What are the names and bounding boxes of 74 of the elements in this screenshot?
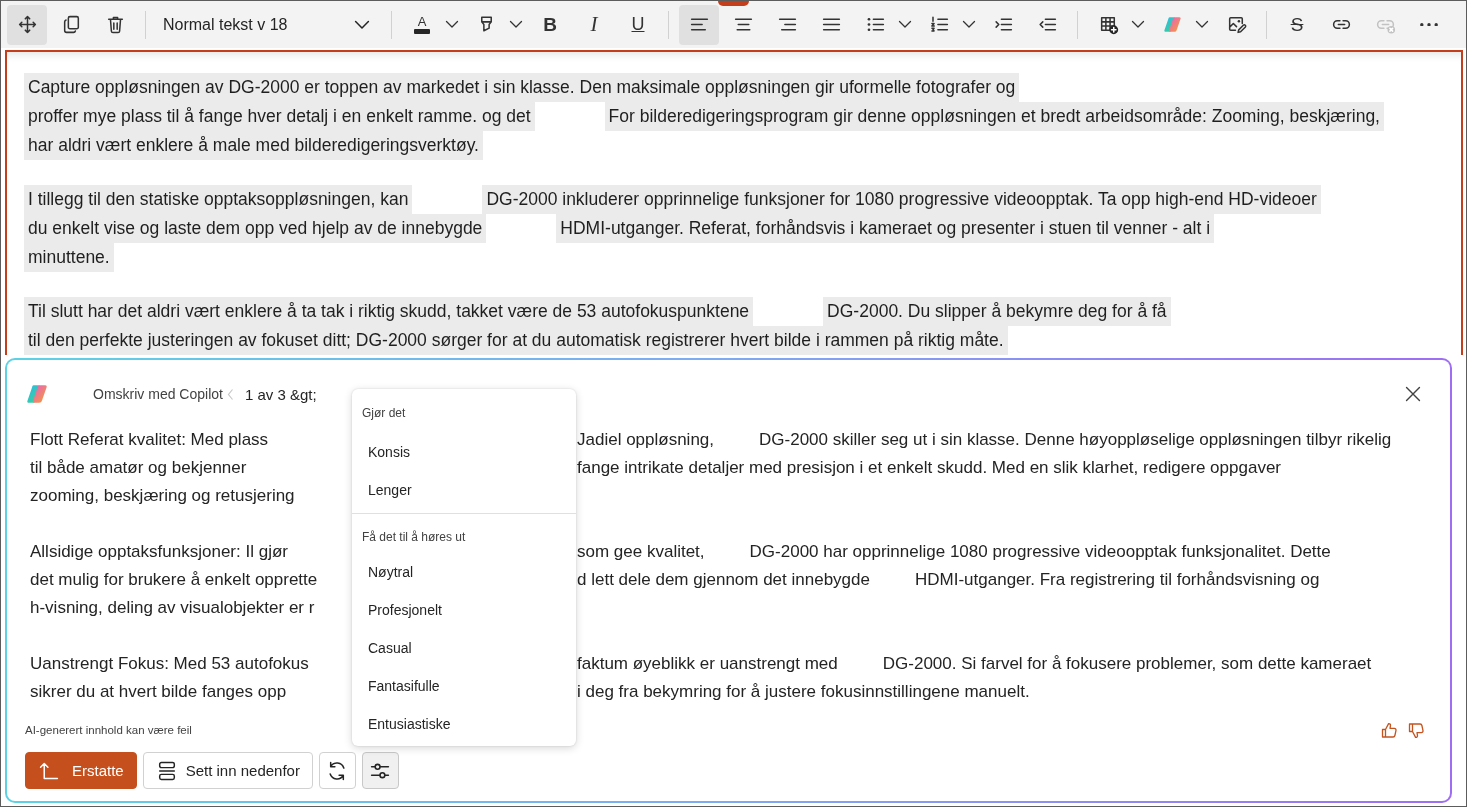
ellipsis-icon: [1420, 22, 1438, 27]
highlighted-text: har aldri vært enklere å male med bilderedigeringsverktøy.: [24, 131, 483, 160]
corner-arrow-icon: [40, 761, 58, 780]
suggestion-text: d lett dele dem gjennom det innebygde: [577, 570, 870, 590]
suggestion-text: Flott Referat kvalitet: Med plass: [30, 430, 269, 450]
highlighted-text: Til slutt har det aldri vært enklere å ta tak i riktig skudd, takket være de 53 autofokuspunktene: [24, 297, 754, 326]
regenerate-button[interactable]: [318, 752, 356, 789]
suggestion-text: fange intrikate detaljer med presisjon i et enkelt skudd. Med en slik klarhet, redigere oppgaver: [577, 458, 1281, 478]
highlighted-text: til den perfekte justeringen av fokuset ditt; DG-2000 sørger for at du automatisk registrerer hvert bilde i rammen på riktig måte.: [24, 326, 1008, 355]
suggestion-text: DG-2000. Si farvel for å fokusere problemer, som dette kameraet: [882, 654, 1372, 674]
menu-item[interactable]: Konsis: [352, 433, 576, 471]
adjust-button[interactable]: [361, 752, 399, 789]
align-left-button[interactable]: [679, 4, 719, 45]
logo-icon: [27, 385, 47, 403]
highlighted-text: minuttene.: [24, 243, 114, 272]
suggestion-text: HDMI-utganger. Fra registrering til forhåndsvisning og: [915, 570, 1320, 590]
suggestion-text: som gee kvalitet,: [577, 542, 705, 562]
close-icon: [1406, 387, 1420, 401]
top-tab-marker: [718, 1, 749, 6]
suggestion-text: til både amatør og bekjenner: [30, 458, 247, 478]
page-counter: 1 av 3 &gt;: [244, 385, 317, 403]
sliders-icon: [371, 761, 390, 780]
highlighted-text: DG-2000 inkluderer opprinnelige funksjoner for 1080 progressive videoopptak. Ta opp high-end HD-videoer: [482, 185, 1321, 214]
chevron-down-icon: [510, 21, 522, 28]
highlighted-text: du enkelt vise og laste dem opp ved hjelp av de innebygde: [24, 214, 487, 243]
highlighted-text: HDMI-utganger. Referat, forhåndsvis i kameraet og presenter i stuen til venner - alt i: [556, 214, 1215, 243]
chevron-down-icon: [1132, 21, 1144, 28]
style-dropdown[interactable]: Normal tekst v 18: [156, 4, 381, 45]
panel-title: Omskriv med Copilot: [93, 386, 223, 402]
highlighted-text: DG-2000. Du slipper å bekymre deg for å få: [823, 297, 1171, 326]
menu-item[interactable]: Entusiastiske: [352, 705, 576, 743]
stacked-rows-icon: [157, 761, 176, 780]
menu-item[interactable]: Fantasifulle: [352, 667, 576, 705]
chevron-down-icon: [1196, 21, 1208, 28]
menu-heading: Få det til å høres ut: [361, 529, 467, 546]
menu-item[interactable]: Profesjonelt: [352, 591, 576, 629]
highlighted-text: For bilderedigeringsprogram gir denne oppløsningen et bredt arbeidsområde: Zooming, beskjæring,: [604, 102, 1384, 131]
suggestion-text: i deg fra bekymring for å justere fokusinnstillingene manuelt.: [577, 682, 1030, 702]
thumbs-down-icon[interactable]: [1409, 722, 1424, 738]
font-color-button[interactable]: A: [402, 4, 442, 45]
suggestion-text: zooming, beskjæring og retusjering: [30, 486, 295, 506]
menu-item[interactable]: Nøytral: [352, 553, 576, 591]
replace-button[interactable]: Erstatte: [25, 752, 137, 789]
logo-icon: [1161, 14, 1183, 35]
suggestion-text: det mulig for brukere å enkelt opprette: [30, 570, 318, 590]
suggestion-text: DG-2000 skiller seg ut i sin klasse. Denne høyoppløselige oppløsningen tilbyr rikelig: [759, 430, 1392, 450]
menu-item[interactable]: Casual: [352, 629, 576, 667]
menu-item[interactable]: Lenger: [352, 471, 576, 509]
chevron-down-icon: [899, 21, 911, 28]
chevron-down-icon: [446, 21, 458, 28]
suggestion-text: Uanstrengt Fokus: Med 53 autofokus: [30, 654, 309, 674]
suggestion-text: sikrer du at hvert bilde fanges opp: [30, 682, 287, 702]
suggestion-text: faktum øyeblikk er uanstrengt med: [577, 654, 838, 674]
disclaimer-text: AI-generert innhold kan være feil: [25, 724, 192, 736]
suggestion-text: h-visning, deling av visualobjekter er r: [30, 598, 315, 618]
highlighted-text: I tillegg til den statiske opptaksoppløsningen, kan: [24, 185, 413, 214]
italic-button[interactable]: I: [574, 4, 614, 45]
thumbs-up-icon[interactable]: [1382, 722, 1397, 738]
insert-below-button[interactable]: Sett inn nedenfor: [142, 752, 313, 789]
color-bar-icon: [414, 29, 430, 34]
refresh-icon: [328, 761, 347, 780]
bold-button[interactable]: B: [530, 4, 570, 45]
chevron-down-icon: [963, 21, 975, 28]
highlighted-text: proffer mye plass til å fange hver detalj i en enkelt ramme. og det: [24, 102, 535, 131]
strikethrough-button[interactable]: S: [1277, 4, 1317, 45]
highlighted-text: Capture oppløsningen av DG-2000 er toppen av markedet i sin klasse. Den maksimale oppløsningen gir uformelle fotografer og: [24, 73, 1020, 102]
numbered-list-icon: [928, 14, 950, 35]
underline-button[interactable]: U: [618, 4, 658, 45]
menu-heading: Gjør det: [361, 405, 407, 422]
four-way-arrow-icon: [16, 14, 38, 35]
move-button[interactable]: [7, 4, 47, 45]
suggestion-text: Jadiel oppløsning,: [577, 430, 715, 450]
suggestion-text: DG-2000 har opprinnelige 1080 progressive videoopptak funksjonalitet. Dette: [749, 542, 1331, 562]
suggestion-text: Allsidige opptaksfunksjoner: Il gjør: [30, 542, 288, 562]
